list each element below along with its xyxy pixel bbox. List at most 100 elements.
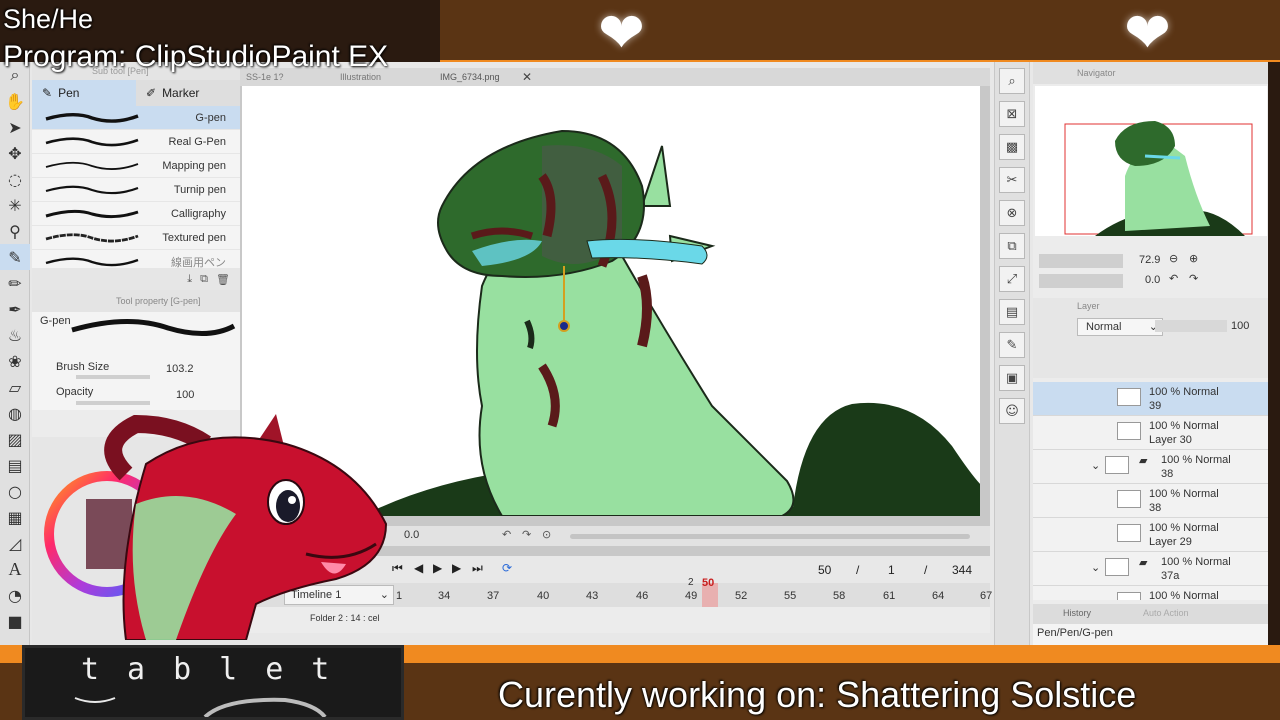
move-layer-icon[interactable]: ✥ [0, 140, 30, 166]
blend-mode-select[interactable]: Normal ⌄ [1077, 318, 1163, 336]
layer-folder-row[interactable]: ⌄ ▰ 100 % Normal 38 [1033, 450, 1268, 484]
pencil-tool-icon[interactable]: ✏ [0, 270, 30, 296]
airbrush-icon[interactable]: ♨ [0, 322, 30, 348]
color-swatch-icon[interactable]: ■ [0, 608, 30, 634]
cut-icon[interactable]: ✂ [999, 167, 1025, 193]
brush-item-calligraphy[interactable]: Calligraphy [32, 202, 240, 226]
frame-tick: 64 [932, 590, 945, 602]
balloon-icon[interactable]: ◔ [0, 582, 30, 608]
brush-item-mapping-pen[interactable]: Mapping pen [32, 154, 240, 178]
layer-row[interactable]: 100 % Normal 39 [1033, 382, 1268, 416]
layer-row[interactable]: 100 % Normal Layer 30 [1033, 416, 1268, 450]
frame-separator: / [856, 563, 860, 577]
frame-tick: 40 [537, 590, 550, 602]
command-bar: ⌕ ⊠ ▩ ✂ ⊗ ⧉ ⤢ ▤ ✎ ▣ ☺ [994, 62, 1030, 645]
brush-size-label: Brush Size [56, 361, 110, 373]
brush-item-real-g-pen[interactable]: Real G-Pen [32, 130, 240, 154]
decoration-icon[interactable]: ❀ [0, 348, 30, 374]
zoom-out-icon[interactable]: ⊖ [1169, 252, 1178, 265]
brush-size-row[interactable]: Brush Size 103.2 [32, 358, 240, 380]
layer-row[interactable]: 100 % Normal 38 [1033, 484, 1268, 518]
eraser-icon[interactable]: ▱ [0, 374, 30, 400]
rotate-right-icon[interactable]: ↷ [522, 528, 531, 541]
lasso-icon[interactable]: ◌ [0, 166, 30, 192]
layer-thumbnail [1105, 456, 1129, 474]
doc-tab-3[interactable]: IMG_6734.png [440, 72, 500, 82]
brush-item-textured-pen[interactable]: Textured pen [32, 226, 240, 250]
navigator-preview[interactable] [1035, 86, 1267, 236]
auto-select-icon[interactable]: ✳ [0, 192, 30, 218]
transform-icon[interactable]: ⤢ [999, 266, 1025, 292]
chevron-down-icon[interactable]: ⌄ [1091, 561, 1100, 574]
play-icon[interactable]: ▶ [433, 561, 442, 575]
frame-tick: 43 [586, 590, 599, 602]
tab-auto-action[interactable]: Auto Action [1143, 608, 1189, 618]
rotation-slider[interactable] [1039, 274, 1123, 288]
layer-title: Layer [1077, 301, 1100, 311]
tab-pen[interactable]: ✎ Pen [32, 80, 136, 106]
opacity-row[interactable]: Opacity 100 [32, 384, 240, 406]
layer-opacity-slider[interactable] [1155, 320, 1227, 332]
layer-thumbnail [1117, 490, 1141, 508]
step-back-icon[interactable]: ◀ [414, 561, 423, 575]
brush-item-lineart-pen[interactable]: 線画用ペン [32, 250, 240, 274]
reset-rotation-icon[interactable]: ⊙ [542, 528, 551, 541]
cancel-selection-icon[interactable]: ⊗ [999, 200, 1025, 226]
loop-icon[interactable]: ⟳ [502, 561, 512, 575]
next-frame-icon[interactable]: ⏭ [472, 561, 483, 576]
clear-outside-icon[interactable]: ▩ [999, 134, 1025, 160]
pen-tool-icon[interactable]: ✎ [0, 244, 30, 270]
frame-tick: 61 [883, 590, 896, 602]
rotate-right-icon[interactable]: ↷ [1189, 272, 1198, 285]
opacity-label: Opacity [56, 386, 94, 398]
blend-icon[interactable]: ◍ [0, 400, 30, 426]
fill-icon[interactable]: ▨ [0, 426, 30, 452]
layer-mode: 100 % Normal [1149, 590, 1219, 600]
layer-icon[interactable]: ▣ [999, 365, 1025, 391]
gradient-icon[interactable]: ▤ [0, 452, 30, 478]
paste-icon[interactable]: ▤ [999, 299, 1025, 325]
layer-row[interactable]: 100 % Normal Layer 29 [1033, 518, 1268, 552]
rotate-left-icon[interactable]: ↶ [502, 528, 511, 541]
navigator-title: Navigator [1033, 62, 1268, 84]
brush-item-g-pen[interactable]: G-pen [32, 106, 240, 130]
marker-icon: ✐ [146, 86, 157, 100]
text-tool-icon[interactable]: A [0, 556, 30, 582]
layer-row[interactable]: 100 % Normal [1033, 586, 1268, 600]
tab-history[interactable]: History [1063, 608, 1091, 618]
stroke-preview [45, 233, 139, 243]
download-icon[interactable]: ⤓ [187, 272, 192, 286]
frame-border-icon[interactable]: ▦ [0, 504, 30, 530]
tab-marker[interactable]: ✐ Marker [136, 80, 240, 106]
layer-opacity-value: 100 [1231, 320, 1250, 332]
hand-tool-icon[interactable]: ✋ [0, 88, 30, 114]
history-entry[interactable]: Pen/Pen/G-pen [1033, 624, 1268, 645]
figure-icon[interactable]: ○ [0, 478, 30, 504]
brush-size-slider[interactable] [76, 375, 150, 379]
search-icon[interactable]: ⌕ [999, 68, 1025, 94]
navigator-thumbnail [1064, 121, 1253, 236]
zoom-slider[interactable] [1039, 254, 1123, 268]
brush-tool-icon[interactable]: ✒ [0, 296, 30, 322]
zoom-in-icon[interactable]: ⊕ [1189, 252, 1198, 265]
clear-icon[interactable]: ⊠ [999, 101, 1025, 127]
brush-item-turnip-pen[interactable]: Turnip pen [32, 178, 240, 202]
copy-icon[interactable]: ⧉ [200, 272, 208, 286]
marker-label-current: 50 [702, 577, 715, 589]
trash-icon[interactable]: 🗑 [216, 273, 230, 286]
layer-name: 37a [1161, 570, 1180, 582]
figure-icon[interactable]: ☺ [999, 398, 1025, 424]
layer-folder-row[interactable]: ⌄ ▰ 100 % Normal 37a [1033, 552, 1268, 586]
close-icon[interactable]: ✕ [522, 70, 532, 84]
layer-mode: 100 % Normal [1161, 454, 1231, 466]
step-forward-icon[interactable]: ▶ [452, 561, 461, 575]
ruler-icon[interactable]: ◿ [0, 530, 30, 556]
chevron-down-icon[interactable]: ⌄ [1091, 459, 1100, 472]
horizontal-scrollbar[interactable] [570, 534, 970, 539]
operation-tool-icon[interactable]: ➤ [0, 114, 30, 140]
rotate-left-icon[interactable]: ↶ [1169, 272, 1178, 285]
copy-icon[interactable]: ⧉ [999, 233, 1025, 259]
eyedropper-icon[interactable]: ⚲ [0, 218, 30, 244]
layer-name: Layer 30 [1149, 434, 1192, 446]
edit-icon[interactable]: ✎ [999, 332, 1025, 358]
